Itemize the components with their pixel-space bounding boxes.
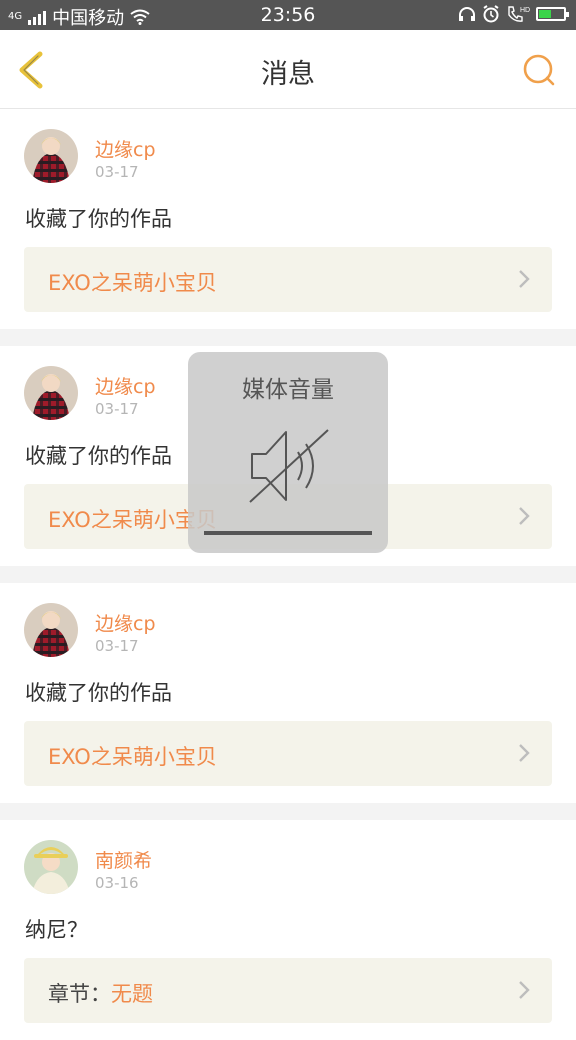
message-action: 收藏了你的作品: [25, 207, 172, 231]
avatar-image: [24, 840, 78, 894]
referenced-work[interactable]: EXO之呆萌小宝贝: [24, 247, 552, 312]
avatar[interactable]: [24, 366, 78, 420]
divider: [0, 566, 576, 583]
referenced-work-title: 章节：无题: [48, 978, 153, 1008]
divider: [0, 803, 576, 820]
volume-title: 媒体音量: [242, 377, 334, 403]
status-bar: 4G 中国移动 23:56 HD: [0, 0, 576, 30]
page-title: 消息: [261, 59, 315, 90]
avatar[interactable]: [24, 603, 78, 657]
volume-level-bar: [204, 531, 372, 535]
avatar-image: [24, 129, 78, 183]
referenced-chapter[interactable]: 章节：无题: [24, 958, 552, 1023]
message-card: 南颜希 03-16 纳尼？ 章节：无题: [0, 820, 576, 1040]
message-action: 收藏了你的作品: [25, 681, 172, 705]
username[interactable]: 边缘cp: [95, 609, 156, 636]
search-icon[interactable]: [522, 53, 556, 87]
username[interactable]: 边缘cp: [95, 135, 156, 162]
ref-prefix: 章节：: [48, 982, 111, 1006]
divider: [0, 329, 576, 346]
message-list: 边缘cp 03-17 收藏了你的作品 EXO之呆萌小宝贝 边缘cp 03-17 …: [0, 109, 576, 1040]
avatar-image: [24, 366, 78, 420]
username[interactable]: 南颜希: [95, 846, 152, 873]
avatar[interactable]: [24, 840, 78, 894]
chevron-right-icon: [519, 744, 530, 762]
status-right: HD: [458, 5, 569, 23]
message-date: 03-16: [95, 874, 139, 892]
headphones-icon: [459, 7, 475, 21]
ref-title: EXO之呆萌小宝贝: [48, 745, 217, 769]
battery-level: [539, 10, 551, 18]
referenced-work[interactable]: EXO之呆萌小宝贝: [24, 721, 552, 786]
ref-title: EXO之呆萌小宝贝: [48, 271, 217, 295]
svg-text:HD: HD: [520, 7, 530, 14]
hd-call-icon: HD: [508, 6, 530, 22]
username[interactable]: 边缘cp: [95, 372, 156, 399]
message-date: 03-17: [95, 400, 139, 418]
header-bar: 消息: [0, 30, 576, 109]
speaker-muted-icon: [249, 429, 329, 503]
message-card: 边缘cp 03-17 收藏了你的作品 EXO之呆萌小宝贝: [0, 109, 576, 329]
chevron-right-icon: [519, 270, 530, 288]
volume-overlay: 媒体音量: [188, 352, 388, 553]
chevron-right-icon: [519, 981, 530, 999]
referenced-work-title: EXO之呆萌小宝贝: [48, 741, 217, 771]
avatar-image: [24, 603, 78, 657]
message-card: 边缘cp 03-17 收藏了你的作品 EXO之呆萌小宝贝: [0, 583, 576, 803]
battery-icon: [536, 7, 569, 21]
referenced-work-title: EXO之呆萌小宝贝: [48, 267, 217, 297]
chevron-right-icon: [519, 507, 530, 525]
message-action: 纳尼？: [25, 918, 88, 942]
avatar[interactable]: [24, 129, 78, 183]
message-date: 03-17: [95, 637, 139, 655]
message-action: 收藏了你的作品: [25, 444, 172, 468]
message-date: 03-17: [95, 163, 139, 181]
ref-title: 无题: [111, 982, 153, 1006]
alarm-icon: [483, 5, 499, 23]
